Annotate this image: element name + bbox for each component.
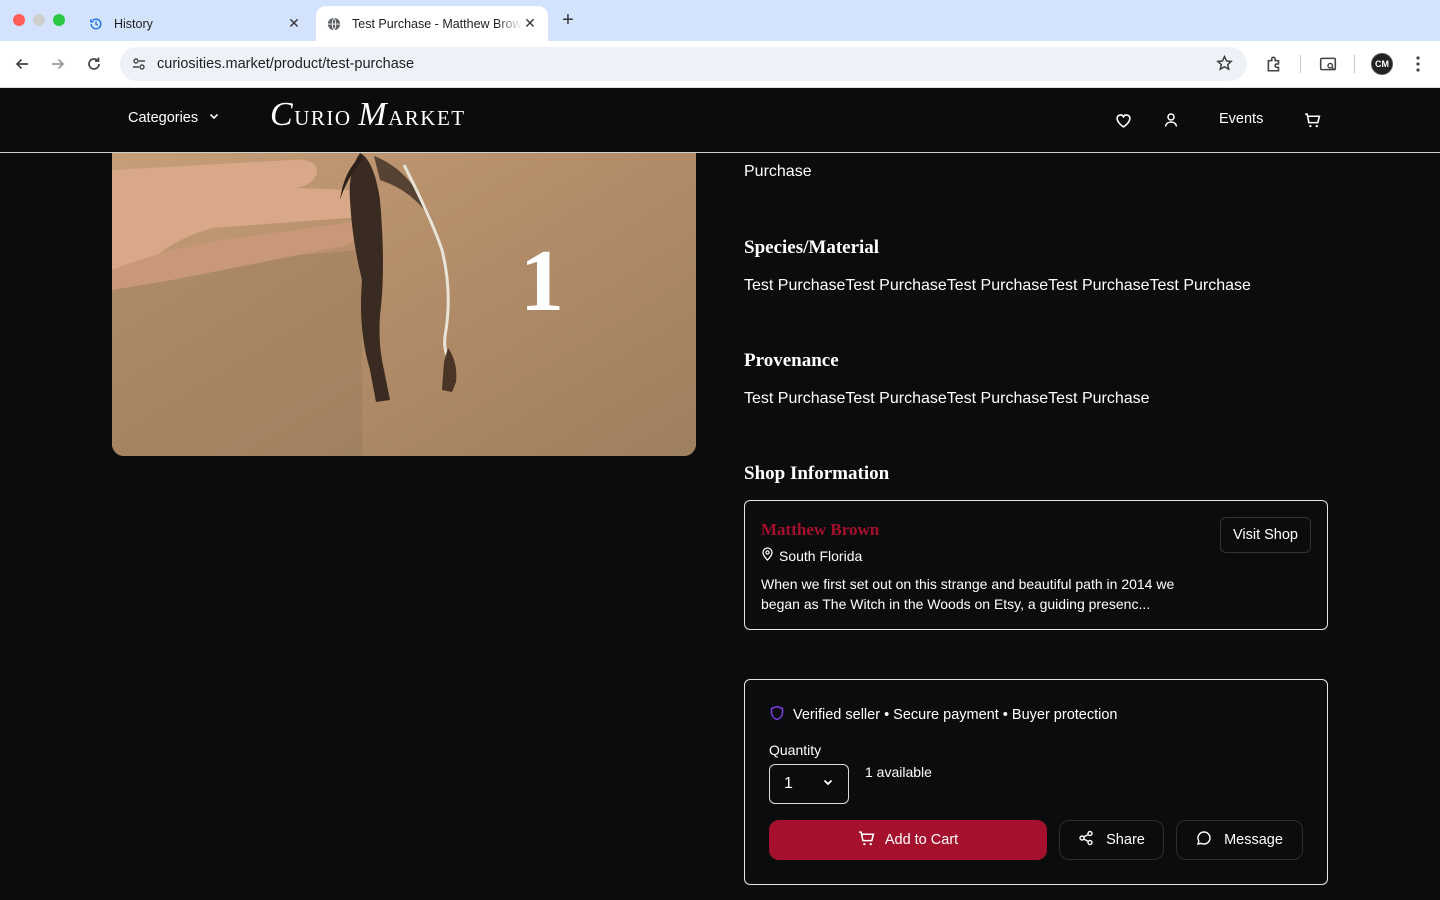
shop-location-text: South Florida <box>779 547 863 564</box>
site-header: Categories CURIO MARKET Events <box>0 88 1440 153</box>
share-icon <box>1078 830 1094 850</box>
more-menu-icon[interactable] <box>1407 53 1429 75</box>
shop-description: When we first set out on this strange an… <box>761 576 1175 612</box>
profile-avatar[interactable]: CM <box>1371 53 1393 75</box>
close-tab-icon[interactable]: ✕ <box>286 15 302 32</box>
message-label: Message <box>1224 832 1283 848</box>
extensions-icon[interactable] <box>1263 53 1285 75</box>
categories-menu[interactable]: Categories <box>128 110 220 126</box>
tab-title: Test Purchase - Matthew Brown <box>352 16 522 31</box>
close-tab-icon[interactable]: ✕ <box>522 15 538 32</box>
forward-button[interactable] <box>47 53 69 75</box>
tab-history[interactable]: History ✕ <box>78 6 312 41</box>
trust-text: Verified seller • Secure payment • Buyer… <box>793 707 1118 723</box>
quantity-value: 1 <box>784 775 793 792</box>
history-icon <box>88 16 104 32</box>
site-logo[interactable]: CURIO MARKET <box>270 96 466 134</box>
product-image[interactable]: 1 <box>112 100 696 456</box>
chevron-down-icon <box>822 775 834 793</box>
minimize-window-button[interactable] <box>33 14 45 26</box>
add-to-cart-button[interactable]: Add to Cart <box>769 820 1047 860</box>
toolbar-divider <box>1300 55 1301 73</box>
globe-icon <box>326 16 342 32</box>
new-tab-button[interactable]: + <box>558 10 578 30</box>
product-photo-illustration: 1 <box>112 100 696 456</box>
add-to-cart-label: Add to Cart <box>884 832 959 848</box>
user-icon[interactable] <box>1161 110 1181 130</box>
share-button[interactable]: Share <box>1059 820 1164 860</box>
photo-overlay-number: 1 <box>520 233 564 330</box>
back-button[interactable] <box>11 53 33 75</box>
available-count: 1 available <box>865 764 932 780</box>
address-bar[interactable]: curiosities.market/product/test-purchase <box>120 47 1247 81</box>
shop-information-heading: Shop Information <box>744 463 890 484</box>
shop-card: Matthew Brown South Florida When we firs… <box>744 500 1328 630</box>
chat-bubble-icon <box>1196 830 1212 850</box>
tab-test-purchase[interactable]: Test Purchase - Matthew Brown ✕ <box>316 6 548 41</box>
categories-label: Categories <box>128 110 199 126</box>
tab-search-icon[interactable] <box>1317 53 1339 75</box>
shop-name-link[interactable]: Matthew Brown <box>761 520 879 540</box>
cart-icon <box>858 830 875 851</box>
browser-toolbar: curiosities.market/product/test-purchase… <box>0 41 1440 88</box>
species-heading: Species/Material <box>744 237 880 258</box>
tab-title: History <box>114 16 153 31</box>
provenance-text: Test PurchaseTest PurchaseTest PurchaseT… <box>744 390 1150 407</box>
message-button[interactable]: Message <box>1176 820 1303 860</box>
share-label: Share <box>1106 832 1145 848</box>
visit-shop-button[interactable]: Visit Shop <box>1219 517 1311 553</box>
shield-icon <box>769 705 785 725</box>
species-text: Test PurchaseTest PurchaseTest PurchaseT… <box>744 277 1251 294</box>
maximize-window-button[interactable] <box>53 14 65 26</box>
purchase-card: Verified seller • Secure payment • Buyer… <box>744 679 1328 885</box>
bookmark-star-icon[interactable] <box>1216 54 1233 77</box>
close-window-button[interactable] <box>13 14 25 26</box>
heart-icon[interactable] <box>1113 110 1133 130</box>
product-title-tail: Purchase <box>744 163 812 180</box>
shop-location: South Florida <box>761 547 862 564</box>
reload-button[interactable] <box>83 53 105 75</box>
trust-badges: Verified seller • Secure payment • Buyer… <box>769 705 1117 725</box>
provenance-heading: Provenance <box>744 350 839 371</box>
url-text: curiosities.market/product/test-purchase <box>157 56 415 72</box>
browser-tab-bar: History ✕ Test Purchase - Matthew Brown … <box>0 0 1440 41</box>
toolbar-divider <box>1354 55 1355 73</box>
cart-icon[interactable] <box>1302 110 1322 130</box>
map-pin-icon <box>761 547 774 564</box>
events-link[interactable]: Events <box>1219 111 1263 127</box>
quantity-label: Quantity <box>769 742 822 758</box>
chevron-down-icon <box>208 110 220 126</box>
site-settings-icon[interactable] <box>123 56 155 72</box>
quantity-select[interactable]: 1 <box>769 764 849 804</box>
